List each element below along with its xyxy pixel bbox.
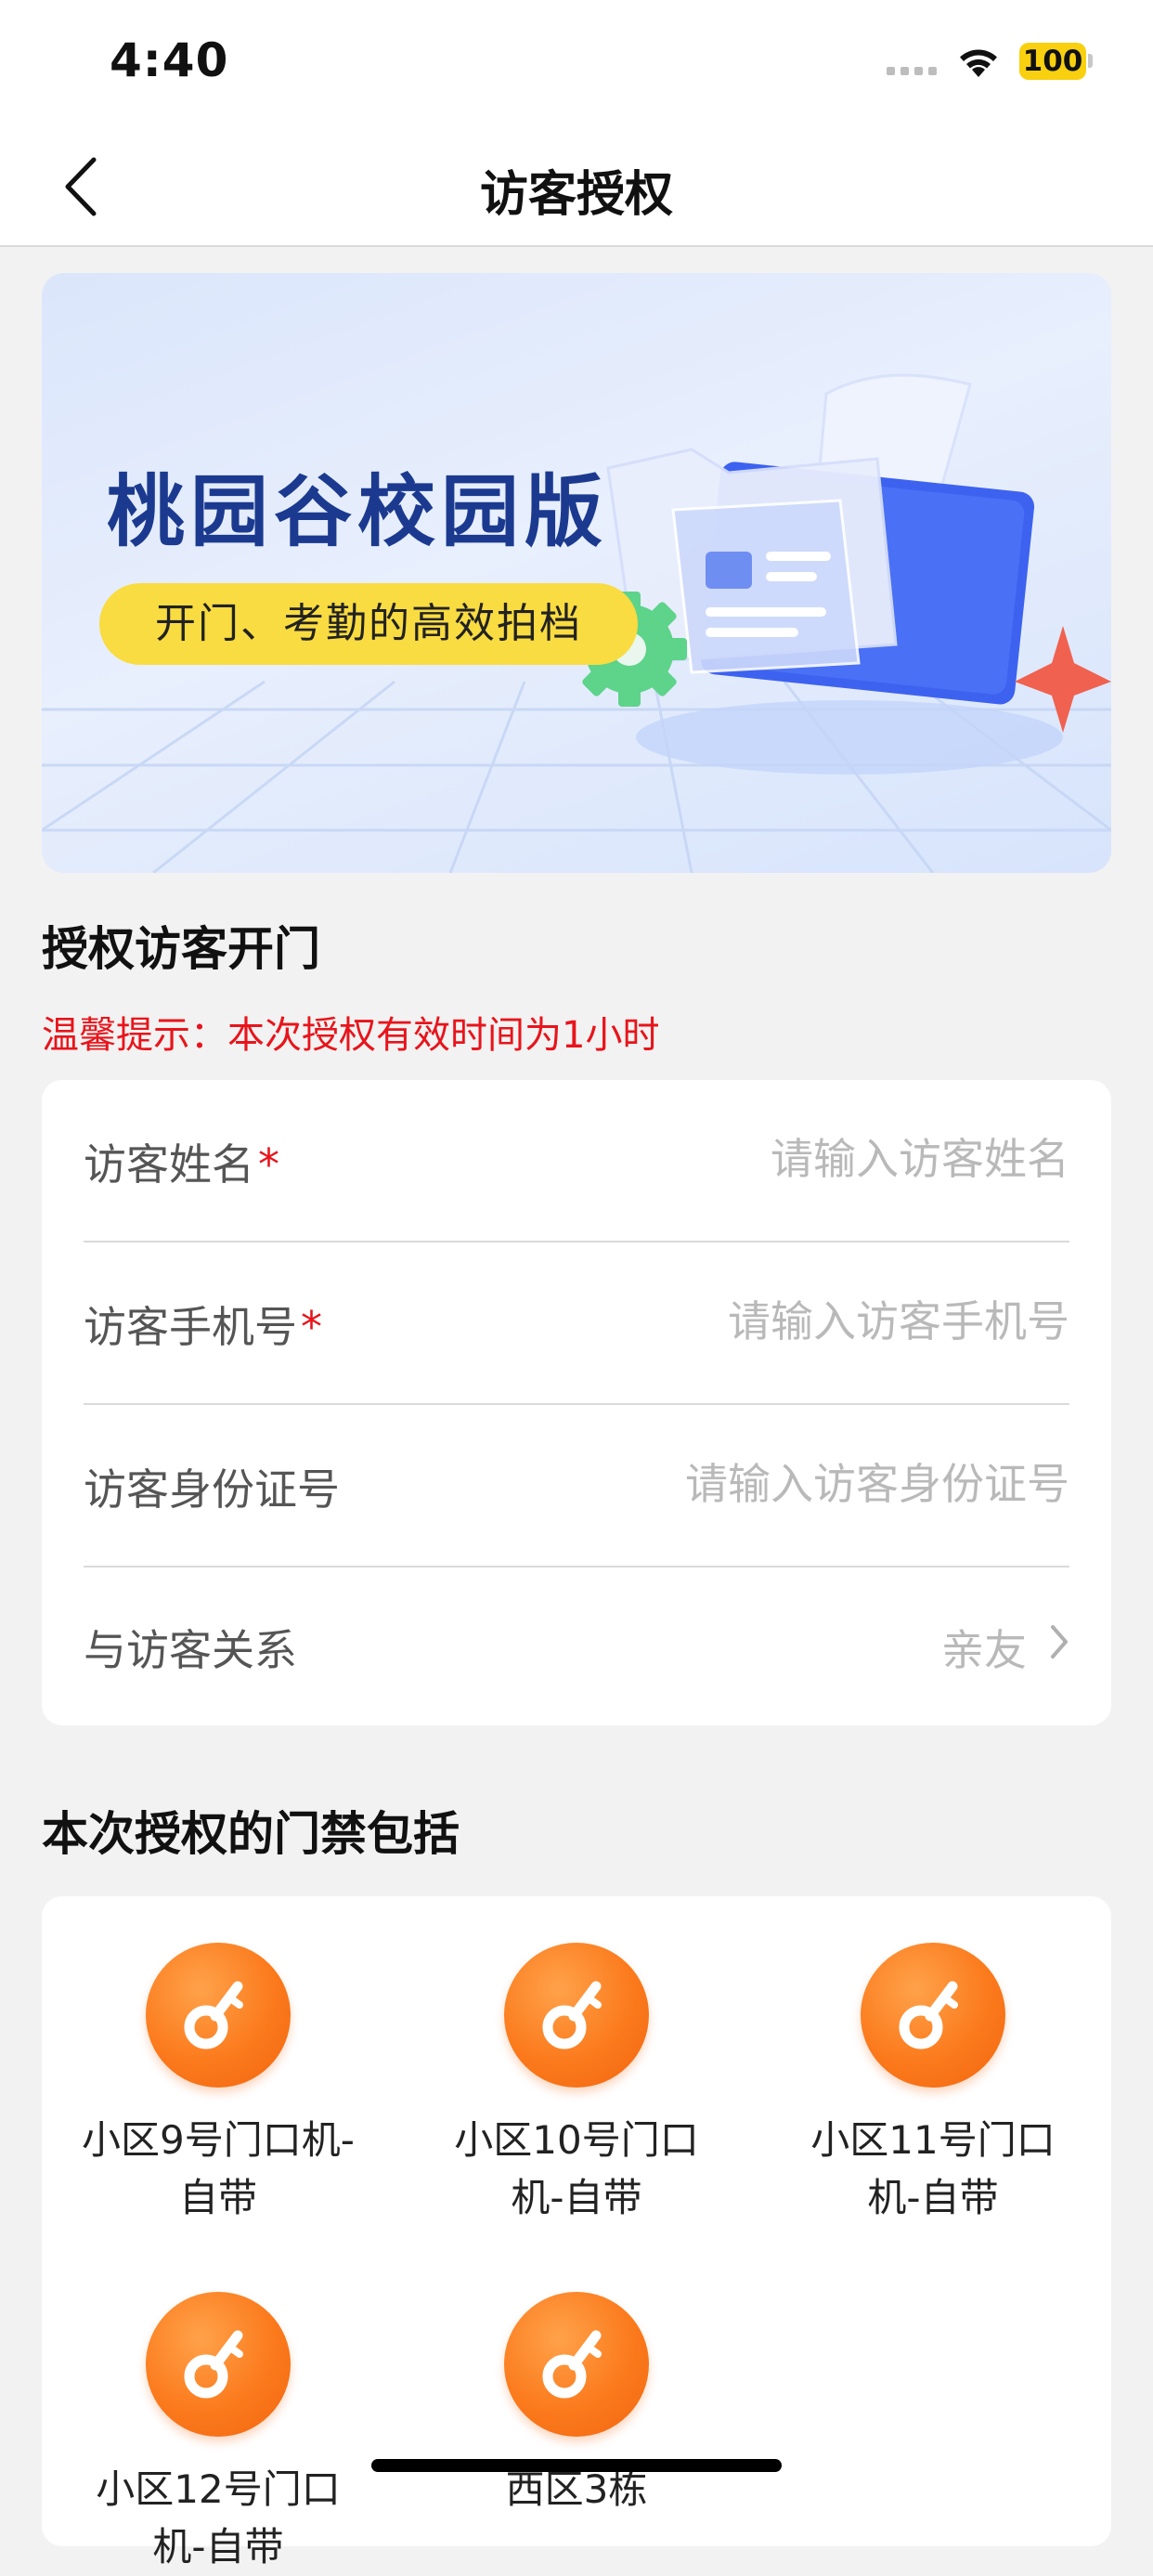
relation-value: 亲友 [941, 1625, 1027, 1675]
battery-icon: 100 [1019, 43, 1086, 80]
door-item[interactable]: 小区11号门口机-自带 [784, 1943, 1082, 2227]
key-icon [146, 2292, 291, 2437]
page-title: 访客授权 [479, 167, 673, 223]
key-icon [861, 1943, 1005, 2088]
banner-title: 桃园谷校园版 [107, 466, 609, 557]
door-item[interactable]: 小区9号门口机-自带 [70, 1943, 367, 2227]
status-bar: 4:40 100 [0, 0, 1153, 125]
doors-section-title: 本次授权的门禁包括 [42, 1807, 460, 1861]
visitor-id-label: 访客身份证号 [84, 1464, 340, 1515]
required-mark: * [301, 1302, 322, 1352]
promo-banner[interactable]: 桃园谷校园版 开门、考勤的高效拍档 [42, 273, 1111, 873]
visitor-id-row: 访客身份证号 [84, 1405, 1069, 1568]
key-icon [504, 1943, 649, 2088]
cellular-signal-icon [887, 67, 937, 75]
nav-bar: 访客授权 [0, 125, 1153, 247]
visitor-form: 访客姓名* 访客手机号* 访客身份证号 与访客关系 亲友 [42, 1080, 1111, 1725]
door-item[interactable]: 西区3栋 [428, 2292, 725, 2518]
doors-card: 小区9号门口机-自带 小区10号门口机-自带 小区11号门口机-自带 小区12号… [42, 1896, 1111, 2569]
visitor-phone-row: 访客手机号* [84, 1242, 1069, 1405]
banner-subtitle: 开门、考勤的高效拍档 [99, 583, 638, 665]
door-label: 小区9号门口机-自带 [82, 2117, 355, 2220]
wifi-icon [956, 45, 1001, 84]
validity-notice: 温馨提示：本次授权有效时间为1小时 [42, 1014, 660, 1057]
chevron-right-icon [1051, 1625, 1068, 1659]
visitor-phone-input[interactable] [550, 1289, 1069, 1354]
key-icon [146, 1943, 291, 2088]
visitor-name-label: 访客姓名* [84, 1139, 279, 1190]
visitor-name-row: 访客姓名* [84, 1080, 1069, 1242]
door-label: 小区12号门口机-自带 [96, 2466, 341, 2569]
relation-row[interactable]: 与访客关系 亲友 [84, 1566, 1069, 1726]
required-mark: * [258, 1139, 279, 1190]
door-item[interactable]: 小区10号门口机-自带 [428, 1943, 725, 2227]
visitor-phone-label: 访客手机号* [84, 1302, 322, 1352]
home-indicator[interactable] [371, 2459, 782, 2472]
key-icon [504, 2292, 649, 2437]
door-label: 小区11号门口机-自带 [810, 2117, 1056, 2220]
authorize-section-title: 授权访客开门 [42, 922, 320, 976]
visitor-id-input[interactable] [550, 1451, 1069, 1516]
door-item[interactable]: 小区12号门口机-自带 [70, 2292, 367, 2576]
relation-label: 与访客关系 [84, 1625, 297, 1675]
visitor-name-input[interactable] [550, 1126, 1069, 1191]
banner-illustration [42, 373, 1111, 873]
battery-tip [1088, 54, 1093, 68]
door-label: 小区10号门口机-自带 [454, 2117, 699, 2220]
status-time: 4:40 [110, 33, 229, 87]
